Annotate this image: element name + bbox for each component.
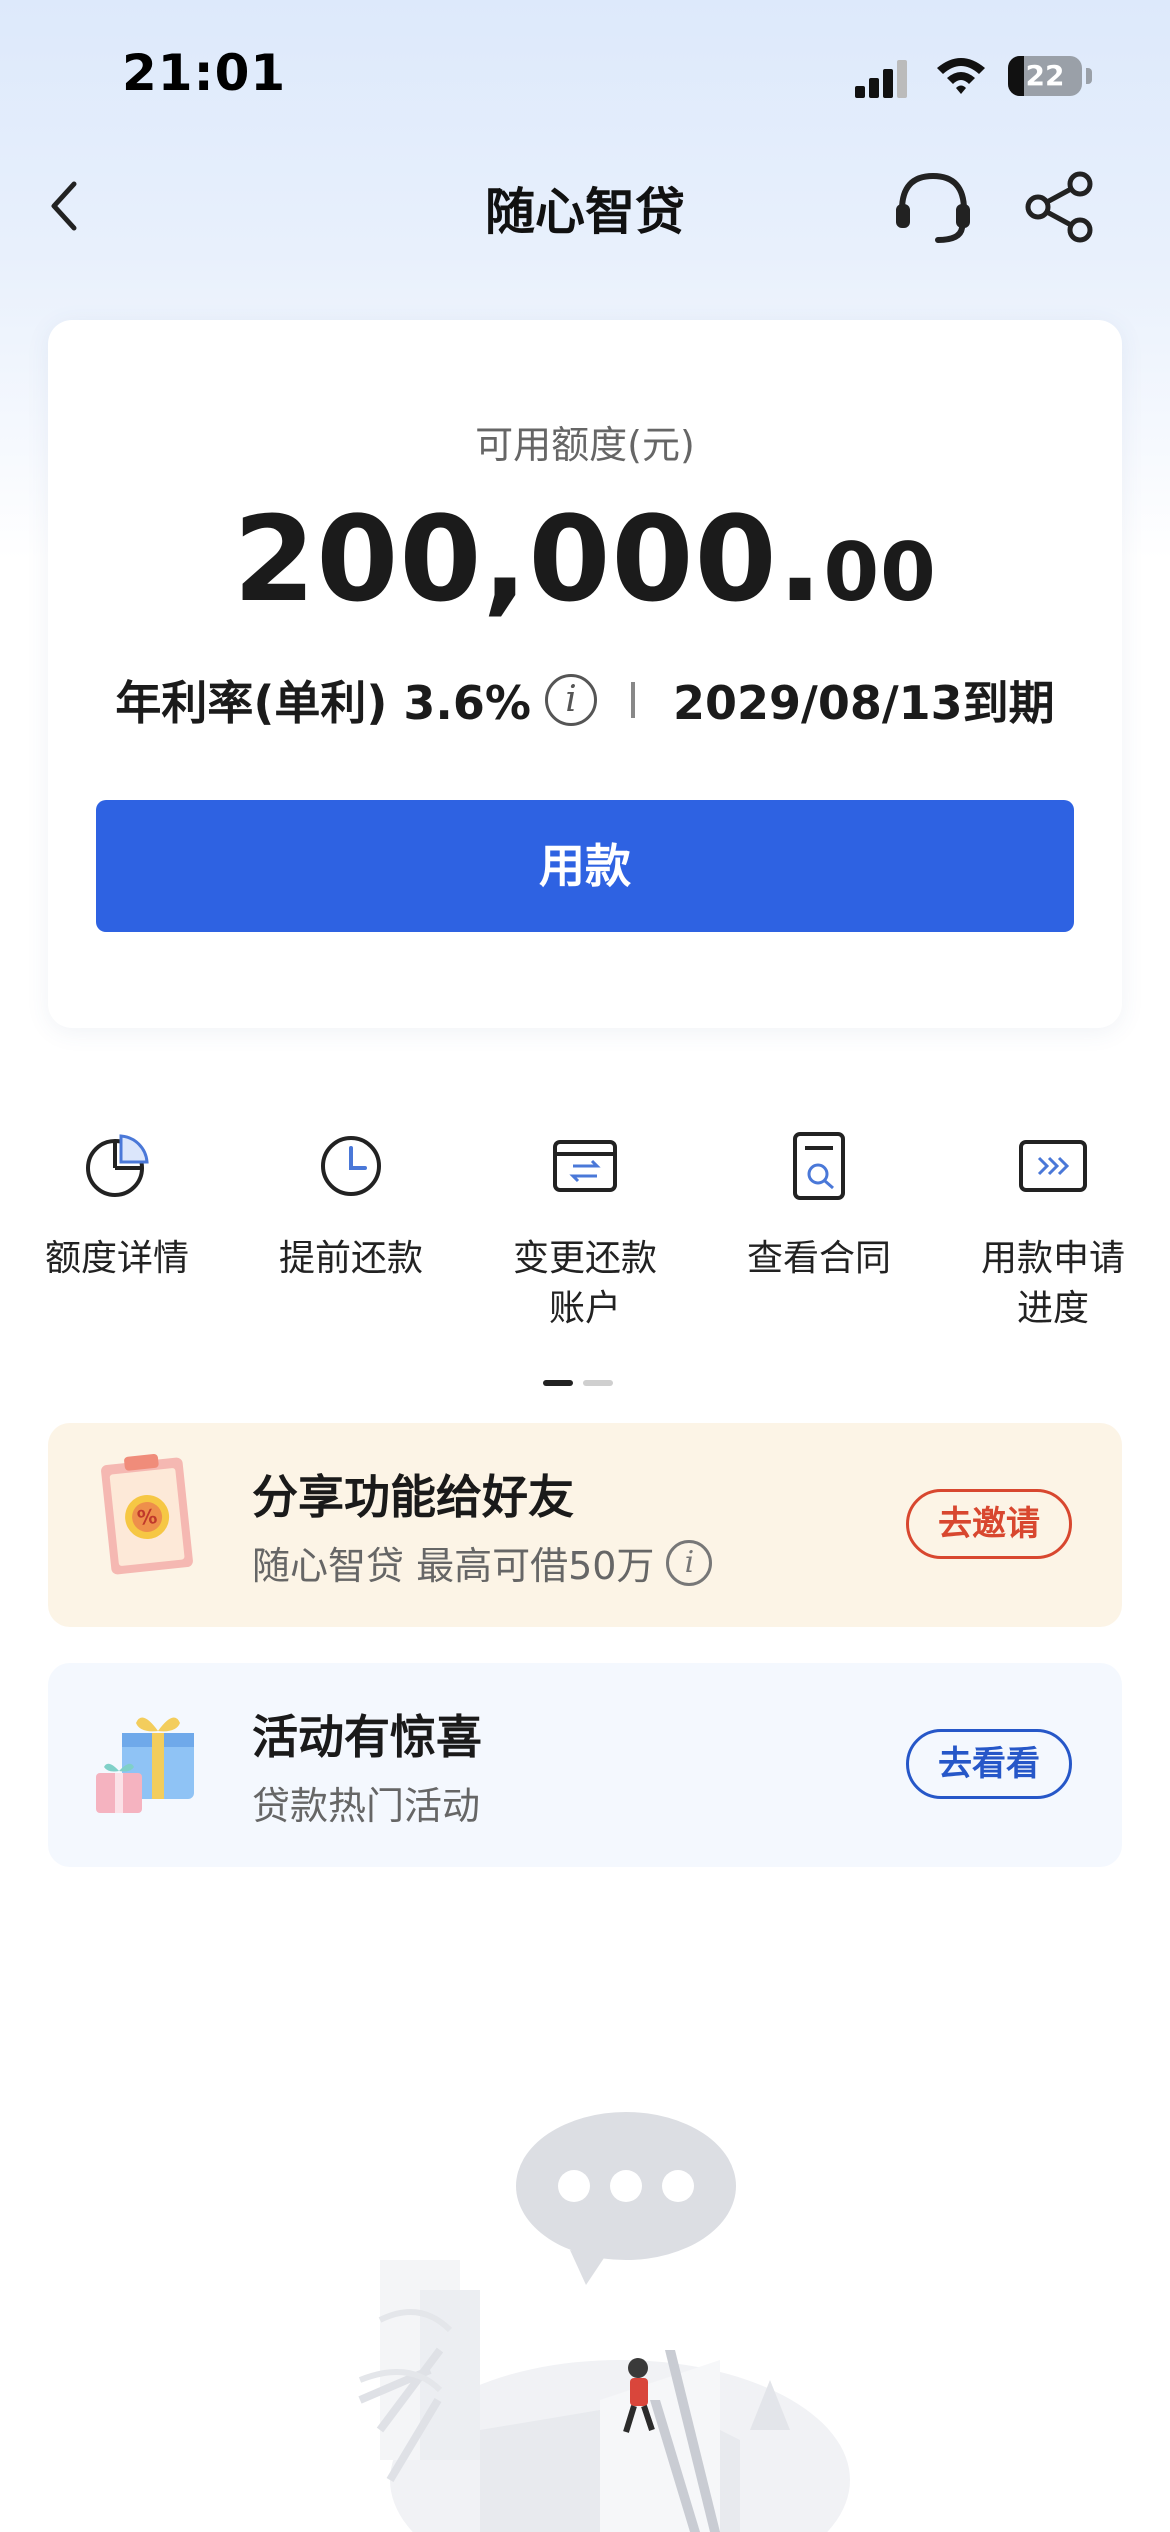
- feature-grid: 额度详情 提前还款 变更还款 账户 查看合同 用款申请 进度: [0, 1130, 1170, 1350]
- pie-chart-icon: [86, 1134, 149, 1197]
- promo-activity-card[interactable]: 活动有惊喜 贷款热门活动 去看看: [48, 1663, 1122, 1867]
- credit-amount-dec: 00: [823, 526, 937, 619]
- feature-contract[interactable]: 查看合同: [702, 1130, 936, 1284]
- feature-change-account[interactable]: 变更还款 账户: [468, 1130, 702, 1334]
- credit-amount: 200,000.00: [48, 490, 1122, 628]
- promo-subtitle: 随心智贷 最高可借50万 i: [252, 1535, 713, 1590]
- clock-icon: [321, 1136, 381, 1196]
- feature-label: 用款申请 进度: [980, 1238, 1125, 1329]
- invite-info-icon[interactable]: i: [666, 1539, 713, 1586]
- feature-progress[interactable]: 用款申请 进度: [936, 1130, 1170, 1334]
- rate-divider: [630, 682, 635, 718]
- svg-text:%: %: [136, 1504, 158, 1530]
- card-exchange-icon: [553, 1140, 617, 1192]
- battery-tip: [1086, 68, 1092, 84]
- invite-clipboard-icon: %: [101, 1453, 193, 1575]
- status-bar: 21:01 22: [0, 0, 1170, 150]
- promo-title: 活动有惊喜: [252, 1710, 482, 1764]
- promo-invite-card[interactable]: % 分享功能给好友 随心智贷 最高可借50万 i 去邀请: [48, 1423, 1122, 1627]
- feature-credit-details[interactable]: 额度详情: [0, 1130, 234, 1284]
- promo-subtitle-text: 随心智贷 最高可借50万: [252, 1544, 655, 1588]
- wifi-icon: [937, 58, 985, 94]
- battery-level: 22: [1025, 59, 1065, 92]
- cellular-signal-icon: [855, 58, 909, 98]
- page-title: 随心智贷: [485, 183, 685, 241]
- feature-label: 查看合同: [746, 1238, 891, 1279]
- rate-info-icon[interactable]: i: [544, 674, 597, 726]
- feature-early-repay[interactable]: 提前还款: [234, 1130, 468, 1284]
- credit-card: 可用额度(元) 200,000.00 年利率(单利) 3.6% i 2029/0…: [48, 320, 1122, 1028]
- page-dot-active: [543, 1380, 573, 1386]
- empty-state-illustration: [358, 2112, 850, 2532]
- gift-box-icon: [96, 1717, 194, 1813]
- progress-arrows-icon: [1019, 1140, 1087, 1192]
- credit-label: 可用额度(元): [475, 423, 695, 467]
- share-icon[interactable]: [1024, 170, 1096, 244]
- promo-subtitle: 贷款热门活动: [252, 1775, 480, 1830]
- loan-button[interactable]: 用款: [96, 800, 1074, 932]
- feature-label: 变更还款 账户: [512, 1238, 657, 1329]
- rate-row: 年利率(单利) 3.6% i 2029/08/13到期: [48, 670, 1122, 730]
- customer-service-icon[interactable]: [892, 168, 974, 244]
- document-search-icon: [793, 1132, 845, 1200]
- promo-title: 分享功能给好友: [252, 1470, 574, 1524]
- page-dot-inactive: [583, 1380, 613, 1386]
- battery-icon: 22: [1008, 56, 1082, 96]
- page-indicator: [543, 1380, 615, 1386]
- due-date: 2029/08/13到期: [672, 676, 1055, 730]
- credit-amount-int: 200,000.: [233, 490, 824, 628]
- invite-button[interactable]: 去邀请: [906, 1489, 1072, 1559]
- promo-subtitle-text: 贷款热门活动: [252, 1784, 481, 1828]
- view-button[interactable]: 去看看: [906, 1729, 1072, 1799]
- status-time: 21:01: [122, 44, 287, 102]
- feature-label: 额度详情: [44, 1238, 189, 1279]
- interest-rate: 年利率(单利) 3.6%: [115, 676, 531, 730]
- feature-label: 提前还款: [278, 1238, 423, 1279]
